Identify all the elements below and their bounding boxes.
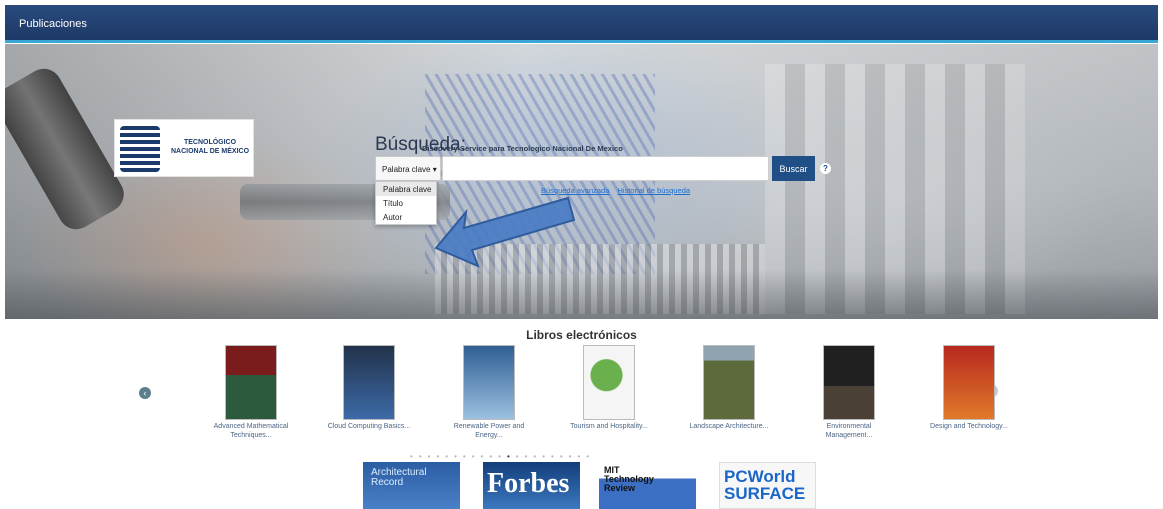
book-title[interactable]: Design and Technology... <box>924 422 1014 431</box>
menu-item-autor[interactable]: Autor <box>376 210 436 224</box>
magazine-cover-forbes[interactable]: Forbes <box>483 462 580 509</box>
carousel-dot[interactable]: • <box>507 452 516 461</box>
book-title[interactable]: Renewable Power and Energy... <box>444 422 534 440</box>
ebook-item[interactable]: Design and Technology... <box>924 345 1014 431</box>
logo-text: TECNOLÓGICO NACIONAL DE MÉXICO <box>170 139 250 155</box>
carousel-dot[interactable]: • <box>436 452 445 461</box>
magazine-title: Forbes <box>487 468 570 499</box>
carousel-dots: ••••••••••••••••••••• <box>410 452 740 461</box>
carousel-dot[interactable]: • <box>577 452 586 461</box>
magazine-cover-architectural-record[interactable]: Architectural Record <box>363 462 460 509</box>
ebook-item[interactable]: Renewable Power and Energy... <box>444 345 534 440</box>
magazine-title: MIT Technology Review <box>604 465 654 493</box>
book-cover[interactable] <box>823 345 875 420</box>
tecnm-logo: TECNOLÓGICO NACIONAL DE MÉXICO <box>114 119 254 177</box>
magazine-title: Architectural Record <box>371 467 427 488</box>
carousel-dot[interactable]: • <box>410 452 419 461</box>
carousel-dot[interactable]: • <box>419 452 428 461</box>
ebook-item[interactable]: Landscape Architecture... <box>684 345 774 431</box>
magazine-title: PCWorld SURFACE <box>724 467 806 503</box>
help-icon[interactable]: ? <box>820 163 831 174</box>
menu-item-titulo[interactable]: Título <box>376 196 436 210</box>
carousel-dot[interactable]: • <box>533 452 542 461</box>
book-cover[interactable] <box>225 345 277 420</box>
carousel-dot[interactable]: • <box>560 452 569 461</box>
book-title[interactable]: Environmental Management... <box>804 422 894 440</box>
chevron-left-icon[interactable]: ‹ <box>139 387 151 399</box>
annotation-arrow-icon <box>434 196 576 268</box>
hero-banner <box>5 44 1158 319</box>
carousel-dot[interactable]: • <box>516 452 525 461</box>
search-button[interactable]: Buscar <box>772 156 815 181</box>
magazine-cover-pcworld[interactable]: PCWorld SURFACE <box>719 462 816 509</box>
top-bar-title[interactable]: Publicaciones <box>19 18 87 30</box>
hero-bottom-fade <box>5 269 1158 319</box>
carousel-dot[interactable]: • <box>498 452 507 461</box>
carousel-dot[interactable]: • <box>454 452 463 461</box>
book-cover[interactable] <box>463 345 515 420</box>
book-title[interactable]: Landscape Architecture... <box>684 422 774 431</box>
top-bar: Publicaciones <box>5 5 1158 43</box>
ebook-item[interactable]: Tourism and Hospitality... <box>564 345 654 431</box>
ebooks-section-title: Libros electrónicos <box>526 328 637 342</box>
search-input[interactable] <box>442 156 769 181</box>
book-title[interactable]: Advanced Mathematical Techniques... <box>206 422 296 440</box>
ebook-item[interactable]: Advanced Mathematical Techniques... <box>206 345 296 440</box>
search-history-link[interactable]: Historial de búsqueda <box>617 186 690 195</box>
carousel-dot[interactable]: • <box>472 452 481 461</box>
book-title[interactable]: Tourism and Hospitality... <box>564 422 654 431</box>
book-cover[interactable] <box>343 345 395 420</box>
magazine-cover-mit-technology-review[interactable]: MIT Technology Review <box>599 462 696 509</box>
carousel-dot[interactable]: • <box>586 452 595 461</box>
carousel-dot[interactable]: • <box>551 452 560 461</box>
tecnm-emblem-icon <box>120 126 160 172</box>
carousel-dot[interactable]: • <box>489 452 498 461</box>
search-field-dropdown[interactable]: Palabra clave ▾ <box>375 156 441 181</box>
carousel-dot[interactable]: • <box>481 452 490 461</box>
search-subtitle: Discovery Service para Tecnologico Nacio… <box>422 144 623 153</box>
carousel-dot[interactable]: • <box>463 452 472 461</box>
ebook-item[interactable]: Cloud Computing Basics... <box>324 345 414 431</box>
book-cover[interactable] <box>703 345 755 420</box>
book-cover[interactable] <box>583 345 635 420</box>
book-title[interactable]: Cloud Computing Basics... <box>324 422 414 431</box>
menu-item-palabra-clave[interactable]: Palabra clave <box>376 182 436 196</box>
carousel-dot[interactable]: • <box>445 452 454 461</box>
book-cover[interactable] <box>943 345 995 420</box>
ebook-item[interactable]: Environmental Management... <box>804 345 894 440</box>
carousel-dot[interactable]: • <box>542 452 551 461</box>
